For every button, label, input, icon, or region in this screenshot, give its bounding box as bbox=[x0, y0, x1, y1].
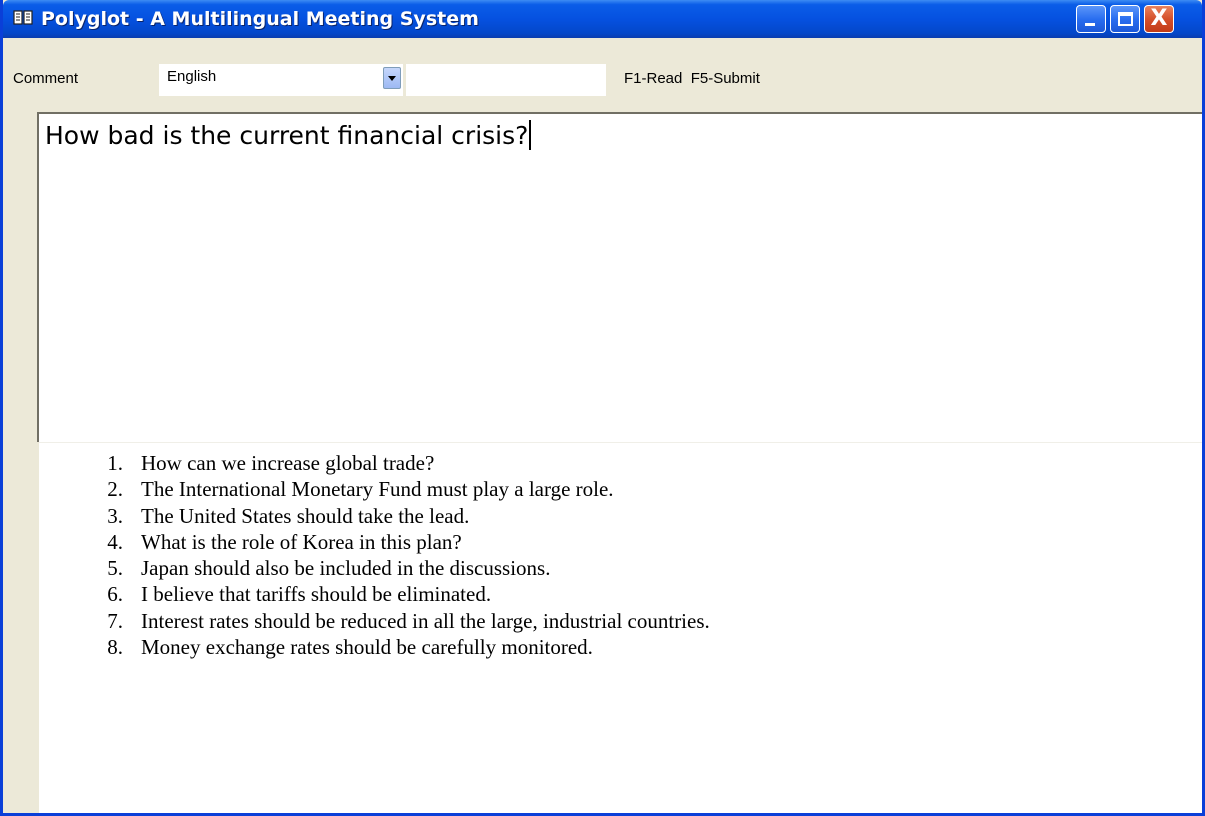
title-bar[interactable]: Polyglot - A Multilingual Meeting System… bbox=[3, 0, 1202, 38]
comment-text-field[interactable] bbox=[406, 64, 606, 96]
list-item-text: The International Monetary Fund must pla… bbox=[141, 477, 614, 502]
list-item-text: The United States should take the lead. bbox=[141, 503, 470, 528]
dropdown-button[interactable] bbox=[383, 67, 401, 89]
app-window: Polyglot - A Multilingual Meeting System… bbox=[0, 0, 1205, 816]
list-item-text: Japan should also be included in the dis… bbox=[141, 556, 551, 581]
language-value: English bbox=[167, 68, 217, 85]
list-item-number: 5. bbox=[107, 556, 123, 581]
comment-label: Comment bbox=[13, 70, 79, 87]
list-item-number: 6. bbox=[107, 582, 123, 607]
book-icon bbox=[13, 10, 33, 25]
window-title: Polyglot - A Multilingual Meeting System bbox=[41, 8, 479, 30]
chevron-down-icon bbox=[388, 76, 396, 81]
toolbar: Comment English F1-Read F5-Submit bbox=[3, 38, 1202, 102]
list-item-text: Money exchange rates should be carefully… bbox=[141, 635, 593, 660]
comment-editor[interactable]: How bad is the current financial crisis? bbox=[37, 112, 1202, 442]
list-item-number: 3. bbox=[107, 503, 123, 528]
editor-text-row: How bad is the current financial crisis? bbox=[45, 120, 532, 150]
minimize-button[interactable] bbox=[1076, 5, 1106, 33]
list-item-number: 2. bbox=[107, 477, 123, 502]
list-item-number: 7. bbox=[107, 608, 123, 633]
maximize-button[interactable] bbox=[1110, 5, 1140, 33]
text-caret bbox=[529, 120, 532, 150]
hotkeys-label: F1-Read F5-Submit bbox=[624, 70, 760, 87]
editor-text: How bad is the current financial crisis? bbox=[45, 121, 529, 150]
list-item-text: Interest rates should be reduced in all … bbox=[141, 608, 710, 633]
language-select[interactable]: English bbox=[159, 64, 403, 96]
list-item-number: 8. bbox=[107, 635, 123, 660]
list-item-text: I believe that tariffs should be elimina… bbox=[141, 582, 492, 607]
list-item-number: 1. bbox=[107, 451, 123, 475]
list-item-text: How can we increase global trade? bbox=[141, 451, 435, 475]
close-button[interactable]: X bbox=[1144, 5, 1174, 33]
comments-list: 1. How can we increase global trade? 2. Th… bbox=[39, 442, 1202, 813]
close-icon: X bbox=[1150, 6, 1168, 31]
maximize-icon bbox=[1118, 12, 1133, 26]
list-item-number: 4. bbox=[107, 529, 123, 554]
list-item-text: What is the role of Korea in this plan? bbox=[141, 529, 462, 554]
minimize-icon bbox=[1085, 23, 1095, 26]
